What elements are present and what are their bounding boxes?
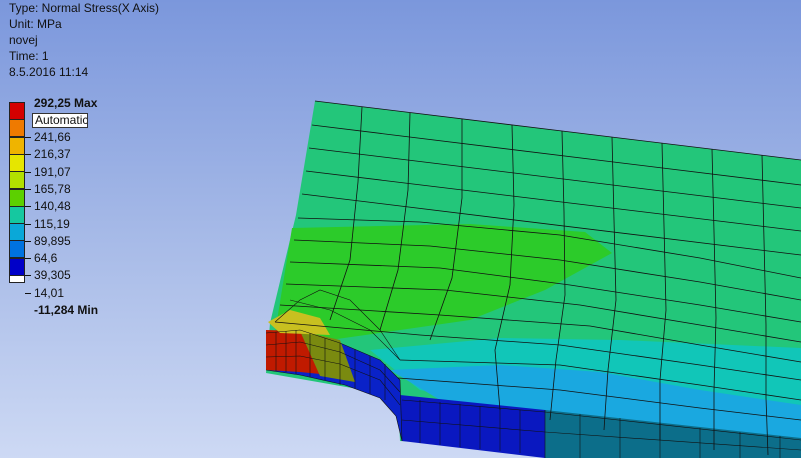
legend-swatch [9,257,25,276]
legend-value-label: 14,01 [34,285,65,300]
legend-value-label: 140,48 [34,199,71,214]
legend-swatch [9,153,25,172]
legend-value-label: 89,895 [34,233,71,248]
legend-value-label: 115,19 [34,216,70,231]
legend-tick [25,275,31,277]
legend-tick [25,223,31,225]
legend-tick [25,137,31,138]
legend-swatch [9,119,25,138]
legend-value-label: 241,66 [34,130,71,144]
legend-range-field[interactable]: Automatic [32,113,88,128]
result-time: Time: 1 [9,49,49,63]
legend-tick [25,171,31,173]
legend-swatch [9,171,25,190]
legend-value-label: 165,78 [34,181,71,196]
legend-swatch [9,136,25,155]
result-unit: Unit: MPa [9,17,62,31]
legend-value-label: 39,305 [34,268,71,283]
legend-tick [25,240,31,242]
fea-mesh-model[interactable] [0,0,801,458]
legend-swatch [9,223,25,242]
legend-value-label: 64,6 [34,251,58,266]
legend-swatch [9,240,25,259]
legend-tick [25,292,31,294]
legend-tick [25,154,31,156]
result-date: 8.5.2016 11:14 [9,65,89,79]
graphics-viewport[interactable]: Type: Normal Stress(X Axis) Unit: MPa no… [0,0,801,458]
legend-swatch [9,205,25,224]
result-type: Type: Normal Stress(X Axis) [9,1,160,15]
legend-value-label: 191,07 [34,164,71,179]
legend-swatch [9,188,25,207]
legend-tick [25,206,31,208]
legend-swatch [9,275,25,283]
legend-tick [25,258,31,260]
legend-swatch [9,102,25,120]
legend-max-label: 292,25 Max [34,96,98,110]
legend-tick [25,188,31,190]
legend-min-label: -11,284 Min [34,303,99,317]
legend-value-label: 216,37 [34,147,71,162]
result-name: novej [9,33,38,47]
